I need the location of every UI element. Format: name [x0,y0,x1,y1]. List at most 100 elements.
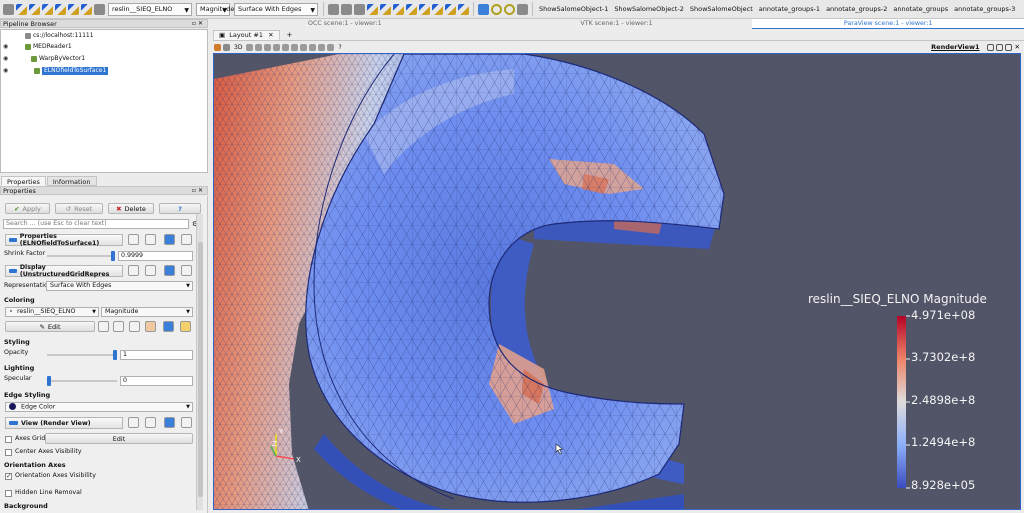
shrink-factor-slider[interactable] [47,251,115,261]
array-select[interactable]: reslin__SIEQ_ELNO ▼ [108,2,192,16]
select-frustum-icon[interactable] [273,43,281,51]
reload-icon[interactable] [164,417,175,428]
maximize-icon[interactable] [1004,43,1012,51]
render-viewport[interactable]: Y Z X reslin__SIEQ_ELNO Magnitude 4.971e… [213,53,1021,510]
play-icon[interactable] [504,3,515,15]
center-axes-checkbox[interactable] [5,449,12,456]
tab-information[interactable]: Information [46,176,97,186]
show-salome-object-2-button[interactable]: ShowSalomeObject-2 [614,5,683,13]
eye-icon[interactable]: ◉ [3,43,8,51]
display-section-toggle[interactable]: Display (UnstructuredGridRepres [5,264,123,278]
camera-neg-x-icon[interactable] [68,3,79,15]
toggle-3d-button[interactable]: 3D [234,44,242,51]
view-plus-x-icon[interactable] [367,3,378,15]
rotate-90-ccw-icon[interactable] [458,3,469,15]
copy-icon[interactable] [128,417,139,428]
rescale-visible-icon[interactable] [145,321,156,332]
edge-color-button[interactable]: Edge Color ▼ [5,402,193,412]
axes-grid-checkbox[interactable] [5,436,12,443]
rescale-icon[interactable] [98,321,109,332]
interaction-mode-icon[interactable] [478,3,489,15]
view-minus-z-icon[interactable] [432,3,443,15]
render-view-icon[interactable] [3,3,14,15]
slider-handle[interactable] [113,350,117,360]
shrink-factor-input[interactable]: 0.9999 [118,251,193,261]
close-icon[interactable]: ✕ [268,31,273,39]
split-horizontal-icon[interactable] [986,43,994,51]
scrollbar-thumb[interactable] [198,242,203,497]
toggle-color-legend-icon[interactable] [163,321,174,332]
pipeline-item-elno[interactable]: ◉ ELNOfieldToSurface1 [3,67,109,75]
annotate-groups-3-button[interactable]: annotate_groups-3 [954,5,1015,13]
rotate-90-cw-icon[interactable] [445,3,456,15]
tab-occ-scene[interactable]: OCC scene:1 - viewer:1 [209,19,481,29]
panel-float-close-icons[interactable]: ▫✕ [192,20,205,28]
coloring-component-combo[interactable]: Magnitude ▼ [101,307,193,317]
view-plus-y-icon[interactable] [393,3,404,15]
pick-center-icon[interactable] [328,3,339,15]
rescale-temporal-icon[interactable] [129,321,140,332]
pipeline-item-medreader[interactable]: ◉ MEDReader1 [3,43,72,51]
slider-handle[interactable] [111,251,115,261]
tab-vtk-scene[interactable]: VTK scene:1 - viewer:1 [481,19,753,29]
properties-scrollbar[interactable] [196,214,203,510]
help-icon[interactable]: ? [338,44,341,51]
tab-properties[interactable]: Properties [1,176,46,186]
add-layout-button[interactable]: + [281,30,299,40]
annotate-groups-button[interactable]: annotate_groups [893,5,948,13]
play-first-icon[interactable] [491,3,502,15]
help-button[interactable]: ? [159,203,201,214]
close-view-icon[interactable]: ✕ [1015,43,1020,51]
pipeline-item-warp[interactable]: ◉ WarpByVector1 [3,55,85,63]
select-cells-icon[interactable] [255,43,263,51]
view-minus-x-icon[interactable] [380,3,391,15]
coloring-array-combo[interactable]: ∘ reslin__SIEQ_ELNO ▼ [5,307,99,317]
copy-icon[interactable] [128,265,139,276]
edit-camera-icon[interactable] [214,43,221,51]
reset-camera-icon[interactable] [223,43,230,51]
opacity-input[interactable]: 1 [120,350,193,360]
shrink-selection-icon[interactable] [318,43,326,51]
reset-camera-icon[interactable] [16,3,27,15]
opacity-slider[interactable] [47,350,117,360]
view-section-toggle[interactable]: View (Render View) [5,417,123,429]
grow-selection-icon[interactable] [309,43,317,51]
reload-icon[interactable] [164,265,175,276]
panel-float-close-icons[interactable]: ▫✕ [192,187,205,195]
reload-icon[interactable] [164,234,175,245]
axes-grid-edit-button[interactable]: Edit [45,433,193,444]
component-select[interactable]: Magnitude ▼ [196,2,234,16]
paste-icon[interactable] [145,265,156,276]
specular-input[interactable]: 0 [120,376,193,386]
properties-section-toggle[interactable]: Properties (ELNOfieldToSurface1) [5,233,123,247]
show-salome-object-1-button[interactable]: ShowSalomeObject-1 [539,5,608,13]
orientation-axes-checkbox[interactable] [5,472,12,480]
hover-query-icon[interactable] [300,43,308,51]
select-points-icon[interactable] [264,43,272,51]
camera-y-icon[interactable] [42,3,53,15]
eye-icon[interactable]: ◉ [3,55,8,63]
tab-layout-1[interactable]: ▣ Layout #1 ✕ [213,30,280,40]
view-minus-y-icon[interactable] [406,3,417,15]
eye-icon[interactable]: ◉ [3,67,8,75]
annotate-groups-2-button[interactable]: annotate_groups-2 [826,5,887,13]
representation-select[interactable]: Surface With Edges ▼ [234,2,318,16]
copy-icon[interactable] [128,234,139,245]
delete-button[interactable]: ✖ Delete [108,203,154,214]
camera-x-icon[interactable] [29,3,40,15]
camera-z-icon[interactable] [55,3,66,15]
reset-center-icon[interactable] [354,3,365,15]
tab-paraview-scene[interactable]: ParaView scene:1 - viewer:1 [752,19,1024,29]
reset-button[interactable]: ↺ Reset [55,203,103,214]
paste-icon[interactable] [145,417,156,428]
save-icon[interactable] [181,234,192,245]
specular-slider[interactable] [47,376,117,386]
show-center-icon[interactable] [341,3,352,15]
interactive-select-icon[interactable] [291,43,299,51]
hidden-line-removal-checkbox[interactable] [5,490,12,497]
edit-color-legend-icon[interactable] [180,321,191,332]
search-input[interactable]: Search ... (use Esc to clear text) [3,219,189,229]
pipeline-item-server[interactable]: cs://localhost:11111 [25,32,94,40]
clear-selection-icon[interactable] [327,43,335,51]
color-map-edit-button[interactable]: ✎ Edit [5,321,95,332]
